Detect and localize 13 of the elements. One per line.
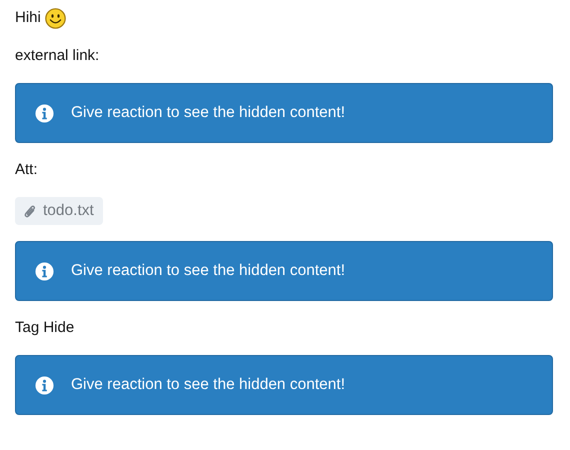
info-icon (35, 262, 54, 280)
info-icon (35, 104, 54, 122)
attachment-link[interactable]: todo.txt (15, 197, 103, 225)
body-text: Tag Hide (15, 318, 76, 338)
info-icon (35, 376, 54, 394)
body-text: Hihi (15, 8, 41, 28)
notice-text: Give reaction to see the hidden content! (71, 262, 346, 280)
body-text: Att: (15, 160, 39, 180)
paperclip-icon (24, 204, 36, 218)
notice-text: Give reaction to see the hidden content! (71, 104, 346, 122)
body-text: external link: (15, 46, 100, 66)
notice-text: Give reaction to see the hidden content! (71, 376, 346, 394)
smiley-icon (44, 8, 66, 28)
